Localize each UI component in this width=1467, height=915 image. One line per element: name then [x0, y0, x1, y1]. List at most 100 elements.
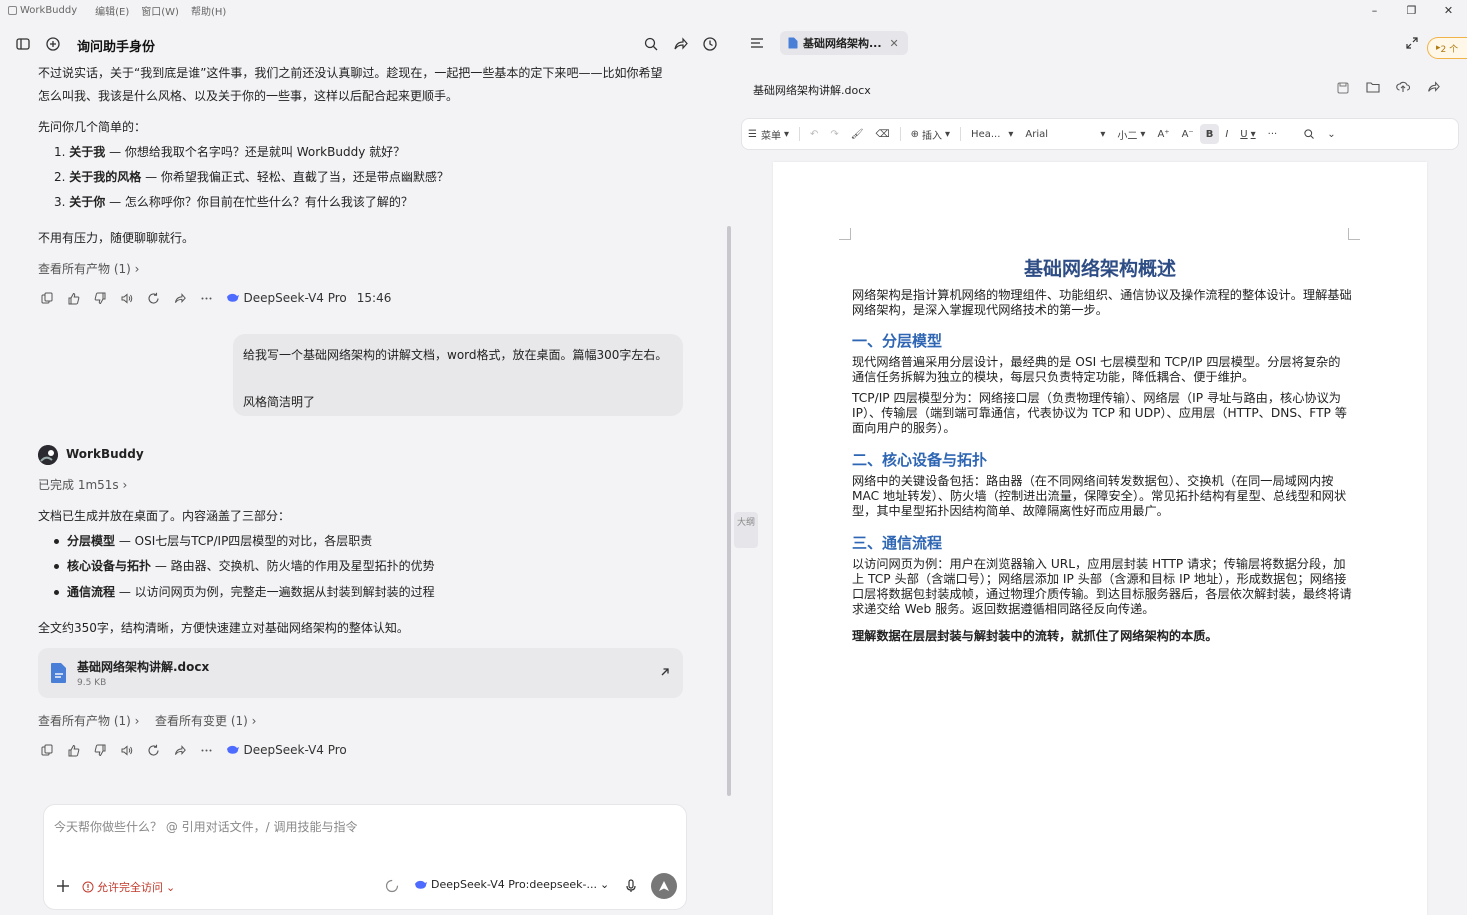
- decrease-font-icon[interactable]: A⁻: [1176, 118, 1200, 150]
- save-icon[interactable]: [1337, 82, 1349, 94]
- menu-window[interactable]: 窗口(W): [141, 3, 179, 18]
- menu-help[interactable]: 帮助(H): [191, 3, 226, 18]
- reply-item-bold: 通信流程: [67, 585, 116, 599]
- underline-icon[interactable]: U ▾: [1234, 118, 1261, 150]
- regenerate-icon[interactable]: [140, 742, 167, 758]
- more-icon[interactable]: ···: [1262, 118, 1284, 150]
- plus-circle-icon: ⊕: [910, 128, 920, 140]
- open-external-icon[interactable]: [659, 666, 671, 678]
- thumbs-down-icon[interactable]: [87, 742, 114, 758]
- close-tab-icon[interactable]: ✕: [890, 37, 899, 50]
- more-icon[interactable]: [193, 742, 220, 758]
- document-page[interactable]: 基础网络架构概述 网络架构是指计算机网络的物理组件、功能组织、通信协议及操作流程…: [773, 162, 1427, 915]
- permission-toggle[interactable]: 允许完全访问 ⌄: [82, 879, 175, 895]
- model-name: DeepSeek-V4 Pro: [243, 743, 347, 757]
- share-icon[interactable]: [672, 36, 688, 52]
- chat-input[interactable]: 今天帮你做些什么？ @ 引用对话文件，/ 调用技能与指令: [54, 818, 358, 835]
- document-icon: [788, 37, 798, 49]
- new-chat-icon[interactable]: [45, 36, 61, 52]
- regenerate-icon[interactable]: [140, 290, 167, 306]
- chat-scrollbar[interactable]: [725, 66, 733, 806]
- minimize-button[interactable]: –: [1356, 4, 1393, 17]
- user-message-text: 风格简洁明了: [243, 395, 316, 409]
- redo-icon[interactable]: ↷: [824, 118, 844, 150]
- doc-paragraph: 网络中的关键设备包括：路由器（在不同网络间转发数据包）、交换机（在同一局域网内按…: [852, 474, 1347, 518]
- send-button[interactable]: [651, 873, 677, 899]
- question-text: — 你希望我偏正式、轻松、直截了当，还是带点幽默感？: [141, 170, 449, 184]
- doc-tab-bar: 基础网络架构... ✕ ▸ 2 个: [733, 20, 1467, 68]
- increase-font-icon[interactable]: A⁺: [1151, 118, 1175, 150]
- files-badge[interactable]: ▸ 2 个: [1427, 37, 1467, 59]
- format-painter-icon[interactable]: 🖌: [845, 118, 870, 150]
- deepseek-logo-icon: [414, 879, 428, 891]
- share-icon[interactable]: [167, 290, 194, 306]
- chevron-right-icon: ›: [134, 714, 140, 728]
- search-icon[interactable]: [1297, 118, 1321, 150]
- style-dropdown[interactable]: Hea... ▾: [965, 118, 1019, 150]
- page-corner-mark: [1348, 228, 1360, 240]
- folder-icon[interactable]: [1366, 81, 1380, 93]
- expand-icon[interactable]: [1406, 37, 1418, 49]
- doc-paragraph: TCP/IP 四层模型分为：网络接口层（负责物理传输）、网络层（IP 寻址与路由…: [852, 391, 1347, 435]
- reply-item-bold: 核心设备与拓扑: [67, 559, 152, 573]
- italic-icon[interactable]: I: [1219, 118, 1234, 150]
- bullet: [54, 590, 59, 595]
- outline-tab[interactable]: 大纲: [734, 512, 758, 548]
- doc-heading: 三、通信流程: [852, 534, 943, 552]
- document-icon: [50, 662, 68, 684]
- user-message-text: 给我写一个基础网络架构的讲解文档，word格式，放在桌面。篇幅300字左右。: [243, 348, 668, 362]
- copy-icon[interactable]: [34, 742, 61, 758]
- chat-input-box: 今天帮你做些什么？ @ 引用对话文件，/ 调用技能与指令 允许完全访问 ⌄ De…: [43, 804, 687, 910]
- history-icon[interactable]: [702, 36, 718, 52]
- model-selector[interactable]: DeepSeek-V4 Pro:deepseek-... ⌄: [414, 878, 609, 891]
- chevron-down-icon[interactable]: ⌄: [1321, 118, 1341, 150]
- thumbs-up-icon[interactable]: [61, 742, 88, 758]
- search-icon[interactable]: [643, 36, 659, 52]
- close-window-button[interactable]: ✕: [1430, 4, 1467, 17]
- font-dropdown[interactable]: Arial ▾: [1019, 118, 1111, 150]
- thumbs-down-icon[interactable]: [87, 290, 114, 306]
- sidebar-toggle-icon[interactable]: [15, 36, 31, 52]
- bold-icon[interactable]: B: [1199, 124, 1220, 144]
- chevron-down-icon: ⌄: [599, 878, 610, 891]
- view-changes-link[interactable]: 查看所有变更 (1) ›: [155, 712, 256, 729]
- window-controls: – ❐ ✕: [1356, 0, 1467, 20]
- undo-icon[interactable]: ↶: [804, 118, 824, 150]
- more-icon[interactable]: [193, 290, 220, 306]
- menu-dropdown-label: 菜单: [760, 130, 781, 142]
- reply-item: 通信流程 — 以访问网页为例，完整走一遍数据从封装到解封装的过程: [54, 583, 435, 600]
- speaker-icon[interactable]: [114, 742, 141, 758]
- completion-label: 已完成 1m51s: [38, 478, 119, 492]
- menu-dropdown[interactable]: ☰ 菜单 ▾: [742, 118, 795, 150]
- doc-tab-label: 基础网络架构...: [803, 37, 882, 50]
- doc-filename: 基础网络架构讲解.docx: [753, 84, 871, 97]
- clear-format-icon[interactable]: ⌫: [869, 118, 895, 150]
- view-artifacts-link[interactable]: 查看所有产物 (1) ›: [38, 712, 139, 729]
- share-icon[interactable]: [1426, 80, 1440, 94]
- insert-dropdown[interactable]: ⊕ 插入 ▾: [905, 118, 956, 150]
- restore-button[interactable]: ❐: [1393, 4, 1430, 17]
- speaker-icon[interactable]: [114, 290, 141, 306]
- files-badge-label: 2 个: [1440, 44, 1459, 55]
- menu-icon[interactable]: [750, 37, 764, 49]
- model-select-label: DeepSeek-V4 Pro:deepseek-...: [431, 878, 597, 891]
- chevron-down-icon: ▾: [783, 128, 789, 140]
- doc-heading: 一、分层模型: [852, 332, 943, 350]
- menu-edit[interactable]: 编辑(E): [95, 3, 129, 18]
- copy-icon[interactable]: [34, 290, 61, 306]
- file-card[interactable]: 基础网络架构讲解.docx 9.5 KB: [38, 648, 683, 698]
- doc-tab[interactable]: 基础网络架构... ✕: [780, 31, 908, 55]
- completion-status[interactable]: 已完成 1m51s ›: [38, 476, 127, 493]
- scrollbar-thumb[interactable]: [727, 226, 731, 796]
- view-artifacts-label: 查看所有产物 (1): [38, 714, 131, 728]
- microphone-icon[interactable]: [625, 879, 637, 893]
- editor-toolbar: ☰ 菜单 ▾ ↶ ↷ 🖌 ⌫ ⊕ 插入 ▾ Hea... ▾ Arial ▾ 小二 ▾ A…: [741, 118, 1459, 150]
- add-icon[interactable]: [56, 879, 70, 893]
- upload-icon[interactable]: [1396, 80, 1410, 94]
- size-dropdown[interactable]: 小二 ▾: [1111, 118, 1151, 150]
- view-artifacts-link[interactable]: 查看所有产物 (1) ›: [38, 260, 139, 277]
- menu-bar: WorkBuddy 编辑(E) 窗口(W) 帮助(H) – ❐ ✕: [0, 0, 1467, 20]
- separator: [899, 127, 901, 141]
- thumbs-up-icon[interactable]: [61, 290, 88, 306]
- share-icon[interactable]: [167, 742, 194, 758]
